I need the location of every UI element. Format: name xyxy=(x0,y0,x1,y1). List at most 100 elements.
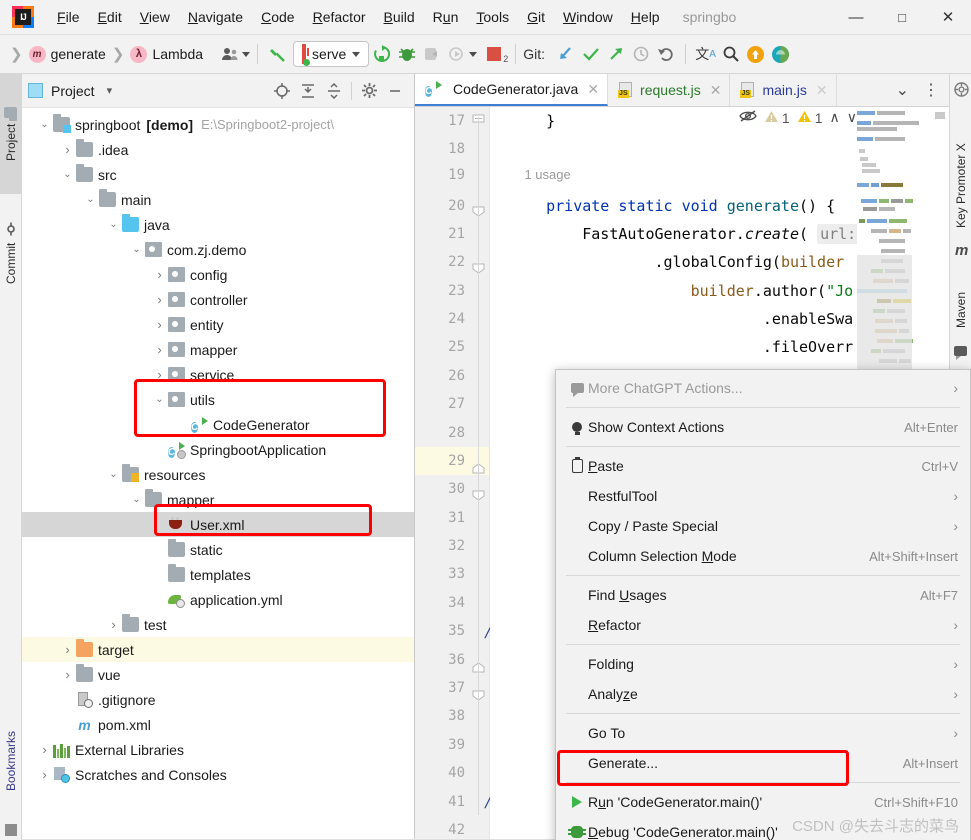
profile-icon[interactable] xyxy=(444,42,469,67)
sidebar-tab-bookmarks[interactable]: Bookmarks xyxy=(0,706,22,816)
context-menu-item-column-selection-mode[interactable]: Column Selection Mode Alt+Shift+Insert xyxy=(556,541,970,571)
menu-git[interactable]: Git xyxy=(518,6,554,28)
stop-button[interactable]: 2 xyxy=(487,47,508,64)
search-everywhere-icon[interactable] xyxy=(718,42,743,67)
tab-list-chevron-down-icon[interactable]: ⌄ xyxy=(890,80,915,100)
run-with-coverage-icon[interactable] xyxy=(419,42,444,67)
chevron-right-icon[interactable]: › xyxy=(151,292,168,307)
sidebar-tab-commit[interactable]: Commit xyxy=(0,196,22,311)
menu-window[interactable]: Window xyxy=(554,6,622,28)
context-menu-item-copy-paste-special[interactable]: Copy / Paste Special › xyxy=(556,511,970,541)
chevron-right-icon[interactable]: › xyxy=(105,617,122,632)
context-menu-item-more-chatgpt-actions[interactable]: More ChatGPT Actions... › xyxy=(556,373,970,403)
editor-scrollbar-thumb[interactable] xyxy=(935,112,945,119)
git-push-icon[interactable] xyxy=(603,42,628,67)
tree-node-entity[interactable]: › entity xyxy=(22,312,414,337)
gear-icon[interactable] xyxy=(356,78,382,104)
chevron-down-icon[interactable]: ⌄ xyxy=(128,494,145,504)
tree-node-external-libraries[interactable]: › External Libraries xyxy=(22,737,414,762)
prev-problem-icon[interactable]: ∧ xyxy=(830,109,840,126)
menu-refactor[interactable]: Refactor xyxy=(304,6,375,28)
ide-feature-icon[interactable] xyxy=(768,42,793,67)
context-menu-item-show-context-actions[interactable]: Show Context Actions Alt+Enter xyxy=(556,412,970,442)
context-menu-item-refactor[interactable]: Refactor › xyxy=(556,610,970,640)
tool-tab-maven[interactable]: Maven xyxy=(950,264,971,334)
account-chevron-down-icon[interactable] xyxy=(242,51,251,57)
updates-available-icon[interactable] xyxy=(743,42,768,67)
breadcrumb-generate[interactable]: m generate xyxy=(27,45,108,63)
context-menu-item-analyze[interactable]: Analyze › xyxy=(556,679,970,709)
run-configuration-selector[interactable]: serve xyxy=(293,41,370,67)
tree-node-templates[interactable]: templates xyxy=(22,562,414,587)
context-menu-item-find-usages[interactable]: Find Usages Alt+F7 xyxy=(556,580,970,610)
tree-node-main[interactable]: ⌄ main xyxy=(22,187,414,212)
tree-node-com-zj-demo[interactable]: ⌄ com.zj.demo xyxy=(22,237,414,262)
chevron-right-icon[interactable]: › xyxy=(59,142,76,157)
menu-navigate[interactable]: Navigate xyxy=(179,6,252,28)
sidebar-tab-project[interactable]: Project xyxy=(0,74,22,194)
weak-warning-count-group[interactable]: 1 xyxy=(764,110,790,126)
chevron-down-icon[interactable]: ⌄ xyxy=(59,169,76,179)
locate-icon[interactable] xyxy=(269,78,295,104)
git-update-project-icon[interactable] xyxy=(553,42,578,67)
tree-node-target[interactable]: › target xyxy=(22,637,414,662)
context-menu-item-generate[interactable]: Generate... Alt+Insert xyxy=(556,748,970,778)
menu-help[interactable]: Help xyxy=(622,6,669,28)
tree-node-src[interactable]: ⌄ src xyxy=(22,162,414,187)
tab-options-icon[interactable]: ⋮ xyxy=(917,80,945,100)
tree-node-springbootapplication[interactable]: C SpringbootApplication xyxy=(22,437,414,462)
collapse-all-icon[interactable] xyxy=(321,78,347,104)
git-history-icon[interactable] xyxy=(628,42,653,67)
chevron-right-icon[interactable]: › xyxy=(59,667,76,682)
tree-node-application-yml[interactable]: application.yml xyxy=(22,587,414,612)
tree-node-java[interactable]: ⌄ java xyxy=(22,212,414,237)
menu-tools[interactable]: Tools xyxy=(467,6,518,28)
menu-build[interactable]: Build xyxy=(375,6,424,28)
context-menu-item-folding[interactable]: Folding › xyxy=(556,649,970,679)
expand-all-icon[interactable] xyxy=(295,78,321,104)
chevron-down-icon[interactable]: ⌄ xyxy=(128,244,145,254)
project-view-chevron-down-icon[interactable]: ▾ xyxy=(107,84,113,97)
hammer-build-icon[interactable] xyxy=(265,42,290,67)
editor-tab-close-icon-3[interactable]: ✕ xyxy=(816,82,828,99)
tree-node-idea[interactable]: › .idea xyxy=(22,137,414,162)
tree-node-pom-xml[interactable]: m pom.xml xyxy=(22,712,414,737)
tree-node-vue[interactable]: › vue xyxy=(22,662,414,687)
chevron-right-icon[interactable]: › xyxy=(151,267,168,282)
tree-node-codegenerator[interactable]: C CodeGenerator xyxy=(22,412,414,437)
menu-edit[interactable]: Edit xyxy=(89,6,131,28)
tree-node-mapper[interactable]: › mapper xyxy=(22,337,414,362)
tree-node-config[interactable]: › config xyxy=(22,262,414,287)
translate-icon[interactable]: 文A xyxy=(693,42,718,67)
chevron-down-icon[interactable]: ⌄ xyxy=(105,219,122,229)
git-rollback-icon[interactable] xyxy=(653,42,678,67)
chevron-down-icon[interactable]: ⌄ xyxy=(36,119,53,129)
editor-tab-mainjs[interactable]: JS main.js ✕ xyxy=(730,74,837,106)
context-menu-item-run-codegenerator-main[interactable]: Run 'CodeGenerator.main()' Ctrl+Shift+F10 xyxy=(556,787,970,817)
tree-node-gitignore[interactable]: .gitignore xyxy=(22,687,414,712)
chevron-right-icon[interactable]: › xyxy=(151,342,168,357)
chevron-right-icon[interactable]: › xyxy=(36,767,53,782)
tree-node-static[interactable]: static xyxy=(22,537,414,562)
editor-tab-close-icon-2[interactable]: ✕ xyxy=(710,82,722,99)
tree-node-controller[interactable]: › controller xyxy=(22,287,414,312)
tree-node-test[interactable]: › test xyxy=(22,612,414,637)
menu-run[interactable]: Run xyxy=(424,6,468,28)
chevron-right-icon[interactable]: › xyxy=(36,742,53,757)
run-config-chevron-down-icon[interactable] xyxy=(352,51,361,57)
tree-node-mapper[interactable]: ⌄ mapper xyxy=(22,487,414,512)
context-menu-item-restfultool[interactable]: RestfulTool › xyxy=(556,481,970,511)
breadcrumb-lambda[interactable]: λ Lambda xyxy=(128,45,205,63)
tree-node-service[interactable]: › service xyxy=(22,362,414,387)
maximize-button[interactable]: □ xyxy=(879,0,925,34)
run-icon[interactable] xyxy=(369,42,394,67)
chevron-down-icon[interactable]: ⌄ xyxy=(151,394,168,404)
tree-node-resources[interactable]: ⌄ resources xyxy=(22,462,414,487)
hide-panel-icon[interactable] xyxy=(382,78,408,104)
next-problem-icon[interactable]: ∨ xyxy=(847,109,857,126)
chevron-down-icon[interactable]: ⌄ xyxy=(105,469,122,479)
tree-node-utils[interactable]: ⌄ utils xyxy=(22,387,414,412)
tree-node-user-xml[interactable]: User.xml xyxy=(22,512,414,537)
editor-tab-requestjs[interactable]: JS request.js ✕ xyxy=(608,74,731,106)
minimize-button[interactable]: — xyxy=(833,0,879,34)
